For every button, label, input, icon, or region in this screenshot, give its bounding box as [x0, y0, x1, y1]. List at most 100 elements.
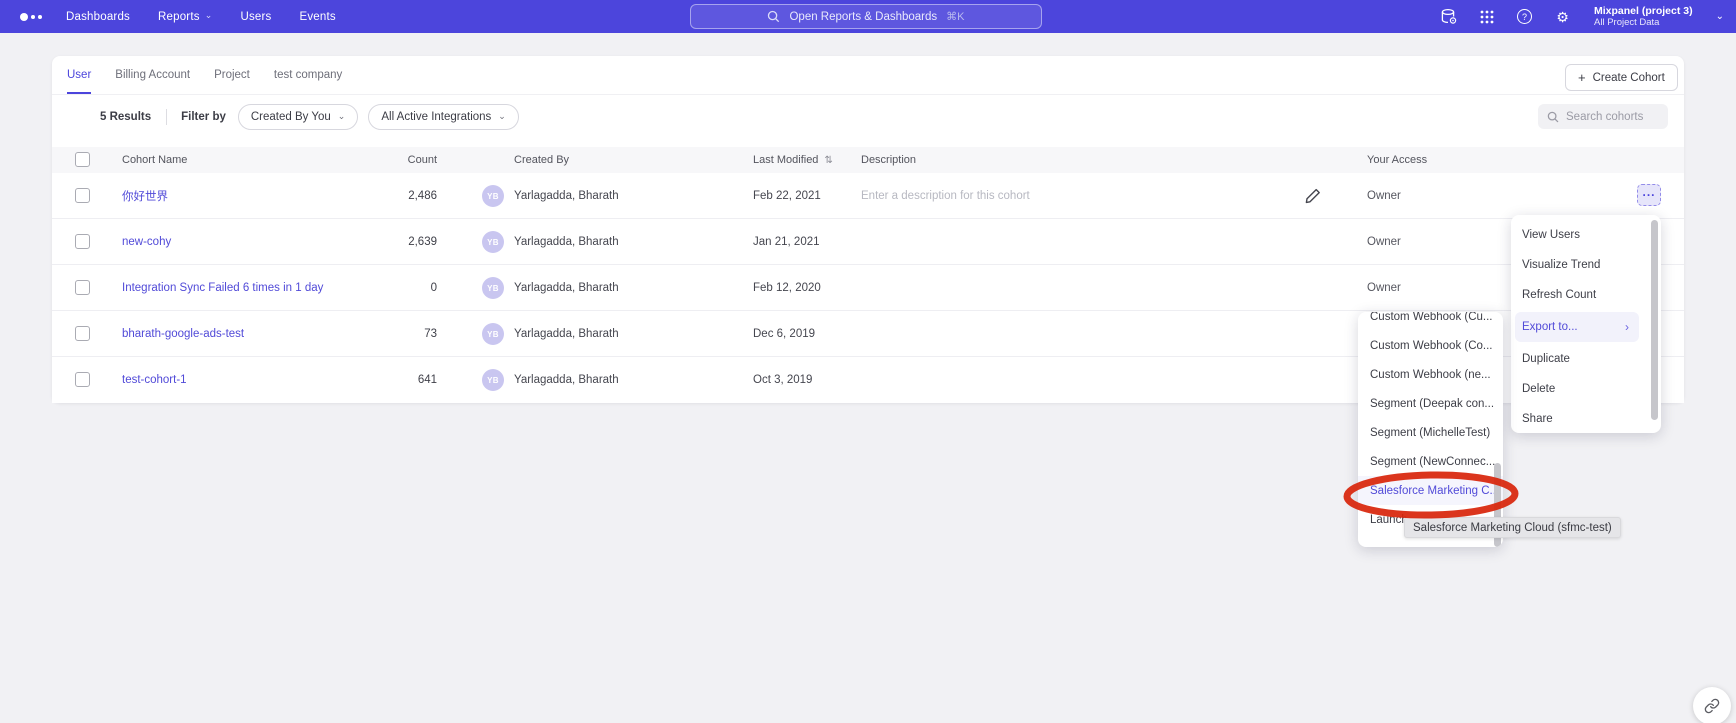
share-link-button[interactable]	[1693, 687, 1731, 723]
creator-name: Yarlagadda, Bharath	[514, 219, 619, 265]
avatar-cell: YB	[482, 265, 504, 311]
submenu-item-custom-webhook-co[interactable]: Custom Webhook (Co...	[1358, 331, 1503, 360]
table-toolbar: 5 Results Filter by Created By You ⌄ All…	[52, 100, 1684, 134]
nav-links: Dashboards Reports⌄ Users Events	[66, 11, 336, 23]
create-cohort-button[interactable]: + Create Cohort	[1565, 64, 1678, 91]
settings-gear-icon[interactable]: ⚙	[1554, 8, 1571, 25]
avatar-cell: YB	[482, 311, 504, 357]
access-level: Owner	[1367, 265, 1401, 311]
row-actions-button[interactable]: ...	[1637, 184, 1661, 206]
menu-scrollbar[interactable]	[1651, 220, 1658, 420]
menu-item-refresh-count[interactable]: Refresh Count	[1511, 280, 1643, 310]
table-row: new-cohy2,639YBYarlagadda, BharathJan 21…	[52, 219, 1684, 265]
col-description[interactable]: Description	[861, 147, 916, 173]
cohort-count: 73	[337, 311, 437, 357]
creator-name: Yarlagadda, Bharath	[514, 173, 619, 219]
chevron-right-icon: ›	[1625, 320, 1629, 334]
global-search-input[interactable]: Open Reports & Dashboards ⌘K	[690, 4, 1042, 29]
cohort-name-link[interactable]: Integration Sync Failed 6 times in 1 day	[122, 265, 323, 311]
submenu-item-custom-webhook-ne[interactable]: Custom Webhook (ne...	[1358, 360, 1503, 389]
create-cohort-label: Create Cohort	[1593, 72, 1665, 84]
col-count[interactable]: Count	[337, 147, 437, 173]
tab-user[interactable]: User	[67, 69, 91, 94]
creator-name: Yarlagadda, Bharath	[514, 357, 619, 403]
project-scope: All Project Data	[1594, 17, 1693, 28]
submenu-item-segment-newconnec[interactable]: Segment (NewConnec...	[1358, 447, 1503, 476]
edit-pencil-icon[interactable]	[1304, 187, 1322, 205]
nav-item-users[interactable]: Users	[240, 11, 271, 23]
cohort-name-link[interactable]: 你好世界	[122, 173, 168, 219]
menu-item-view-users[interactable]: View Users	[1511, 220, 1643, 250]
menu-item-duplicate[interactable]: Duplicate	[1511, 344, 1643, 374]
row-checkbox[interactable]	[75, 326, 90, 341]
row-checkbox[interactable]	[75, 372, 90, 387]
avatar-cell: YB	[482, 357, 504, 403]
submenu-item-custom-webhook-cu[interactable]: Custom Webhook (Cu...	[1358, 312, 1503, 331]
created-by-filter[interactable]: Created By You ⌄	[238, 104, 358, 130]
avatar: YB	[482, 277, 504, 299]
nav-item-dashboards[interactable]: Dashboards	[66, 11, 130, 23]
cohort-count: 2,639	[337, 219, 437, 265]
last-modified-date: Feb 22, 2021	[753, 173, 821, 219]
submenu-item-segment-michelletest[interactable]: Segment (MichelleTest)	[1358, 418, 1503, 447]
creator-name: Yarlagadda, Bharath	[514, 311, 619, 357]
table-header: Cohort Name Count Created By Last Modifi…	[52, 147, 1684, 173]
creator-name: Yarlagadda, Bharath	[514, 265, 619, 311]
nav-item-reports[interactable]: Reports⌄	[158, 11, 212, 23]
project-selector[interactable]: Mixpanel (project 3) All Project Data	[1594, 5, 1693, 28]
col-cohort-name[interactable]: Cohort Name	[122, 147, 187, 173]
cohort-name-link[interactable]: test-cohort-1	[122, 357, 187, 403]
integrations-filter[interactable]: All Active Integrations ⌄	[368, 104, 519, 130]
nav-item-events[interactable]: Events	[299, 11, 335, 23]
sort-icon[interactable]: ⇅	[824, 155, 832, 166]
chevron-down-icon[interactable]: ⌄	[1716, 11, 1724, 22]
menu-item-visualize-trend[interactable]: Visualize Trend	[1511, 250, 1643, 280]
col-last-modified[interactable]: Last Modified⇅	[753, 147, 833, 173]
search-icon	[1547, 111, 1559, 123]
apps-grid-icon[interactable]	[1478, 8, 1495, 25]
project-name: Mixpanel (project 3)	[1594, 5, 1693, 17]
tab-project[interactable]: Project	[214, 69, 250, 94]
divider	[166, 109, 167, 125]
menu-item-share[interactable]: Share	[1511, 404, 1643, 434]
avatar-cell: YB	[482, 173, 504, 219]
select-all-checkbox[interactable]	[75, 152, 90, 167]
tab-billing-account[interactable]: Billing Account	[115, 69, 190, 94]
submenu-item-salesforce-marketing-c[interactable]: Salesforce Marketing C...	[1358, 476, 1503, 505]
cohort-count: 2,486	[337, 173, 437, 219]
col-created-by[interactable]: Created By	[514, 147, 569, 173]
avatar: YB	[482, 323, 504, 345]
plus-icon: +	[1578, 70, 1586, 85]
export-to-submenu: Custom Webhook (Cu...Custom Webhook (Co.…	[1358, 312, 1503, 547]
last-modified-date: Jan 21, 2021	[753, 219, 820, 265]
filter-by-label: Filter by	[181, 111, 226, 123]
menu-item-export-to[interactable]: Export to...›	[1515, 312, 1639, 342]
tab-test-company[interactable]: test company	[274, 69, 342, 94]
cohort-count: 0	[337, 265, 437, 311]
created-by-filter-label: Created By You	[251, 111, 331, 123]
chevron-down-icon: ⌄	[338, 111, 346, 122]
results-count: 5 Results	[100, 111, 151, 123]
mixpanel-logo-icon[interactable]	[20, 13, 54, 21]
last-modified-date: Oct 3, 2019	[753, 357, 812, 403]
col-your-access[interactable]: Your Access	[1367, 147, 1427, 173]
row-checkbox[interactable]	[75, 188, 90, 203]
data-management-icon[interactable]	[1440, 8, 1457, 25]
cohort-name-link[interactable]: bharath-google-ads-test	[122, 311, 244, 357]
cohort-name-link[interactable]: new-cohy	[122, 219, 171, 265]
integrations-filter-label: All Active Integrations	[381, 111, 491, 123]
export-to-submenu-items: Custom Webhook (Cu...Custom Webhook (Co.…	[1358, 312, 1503, 534]
menu-item-delete[interactable]: Delete	[1511, 374, 1643, 404]
description-input[interactable]: Enter a description for this cohort	[861, 173, 1030, 219]
row-checkbox[interactable]	[75, 280, 90, 295]
help-icon[interactable]: ?	[1516, 8, 1533, 25]
access-level: Owner	[1367, 173, 1401, 219]
search-shortcut: ⌘K	[946, 10, 964, 23]
table-row: Integration Sync Failed 6 times in 1 day…	[52, 265, 1684, 311]
search-cohorts-input[interactable]: Search cohorts	[1538, 104, 1668, 129]
cohort-tabs: User Billing Account Project test company	[52, 56, 1684, 95]
avatar: YB	[482, 185, 504, 207]
avatar: YB	[482, 369, 504, 391]
row-checkbox[interactable]	[75, 234, 90, 249]
submenu-item-segment-deepak-con[interactable]: Segment (Deepak con...	[1358, 389, 1503, 418]
